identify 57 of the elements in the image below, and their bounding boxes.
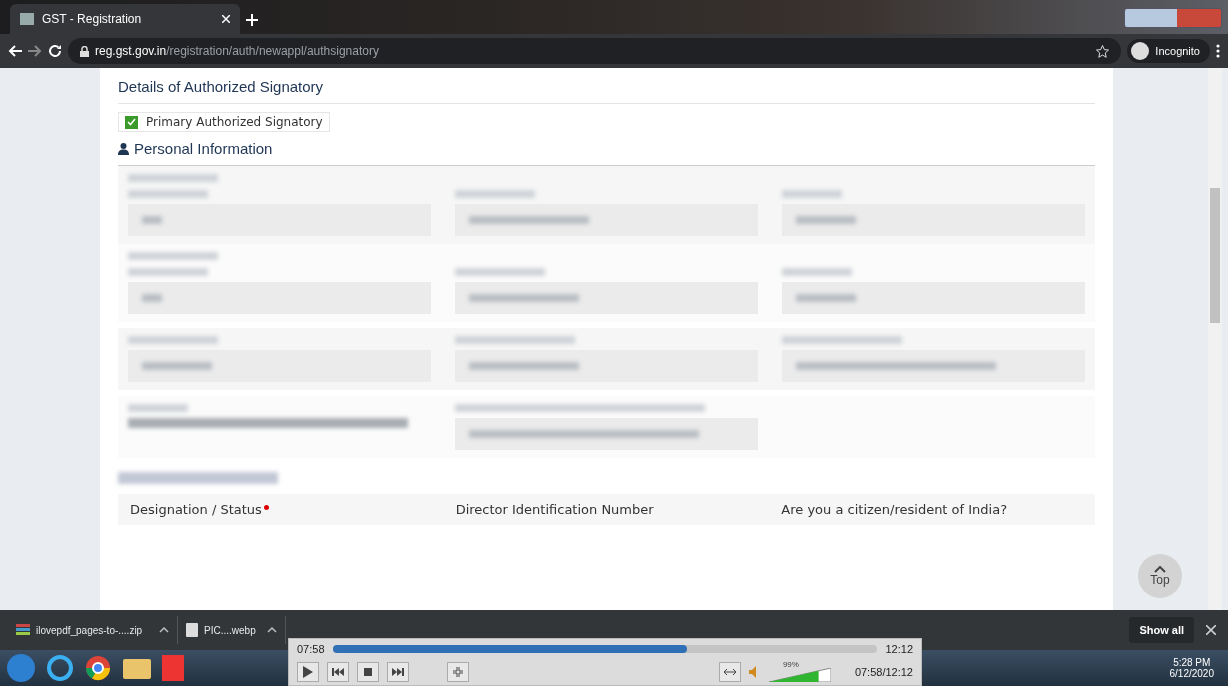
stop-icon [364, 668, 372, 676]
back-icon[interactable] [8, 45, 22, 57]
forward-icon[interactable] [28, 45, 42, 57]
progress-bar[interactable] [332, 645, 878, 653]
menu-icon[interactable] [1216, 44, 1220, 58]
subsection-title: Personal Information [134, 140, 273, 157]
clock[interactable]: 5:28 PM 6/12/2020 [1169, 657, 1222, 679]
next-button[interactable] [387, 662, 409, 682]
shrink-icon [453, 667, 463, 677]
incognito-button[interactable]: Incognito [1127, 39, 1210, 63]
blurred-label [782, 190, 842, 198]
total-time: 12:12 [885, 643, 913, 655]
show-all-button[interactable]: Show all [1129, 617, 1194, 643]
column-header: Designation / Status [130, 502, 432, 517]
column-header: Are you a citizen/resident of India? [781, 502, 1009, 517]
aspect-button[interactable] [718, 662, 741, 682]
lock-icon [80, 45, 89, 57]
blurred-label [782, 268, 852, 276]
download-name: PIC....webp [204, 624, 257, 636]
page-icon [20, 13, 34, 25]
tab-title: GST - Registration [42, 12, 143, 26]
reload-icon[interactable] [48, 44, 62, 58]
checkbox[interactable] [125, 115, 138, 129]
address-bar[interactable]: reg.gst.gov.in/registration/auth/newappl/authsignatory [68, 38, 1122, 64]
person-icon [118, 142, 129, 155]
archive-icon [16, 623, 30, 637]
blurred-label [128, 404, 188, 412]
next-icon [392, 668, 404, 676]
previous-button[interactable] [327, 662, 349, 682]
browser-tab[interactable]: GST - Registration [10, 4, 240, 34]
primary-signatory-checkbox[interactable]: Primary Authorized Signatory [118, 112, 330, 132]
close-icon[interactable] [1206, 625, 1216, 635]
caret-icon [267, 627, 277, 633]
download-item[interactable]: ilovepdf_pages-to-....zip [0, 616, 178, 644]
section-title: Details of Authorized Signatory [118, 78, 1095, 104]
play-icon [303, 666, 313, 678]
start-orb-icon[interactable] [6, 653, 36, 683]
star-icon[interactable] [1096, 44, 1110, 58]
elapsed-time: 07:58 [297, 643, 325, 655]
download-name: ilovepdf_pages-to-....zip [36, 624, 144, 636]
volume-reading: 99% [782, 660, 799, 669]
url-text: reg.gst.gov.in/registration/auth/newappl/authsignatory [95, 44, 379, 58]
scrollbar[interactable] [1208, 68, 1222, 610]
file-icon [186, 623, 198, 637]
checkbox-label: Primary Authorized Signatory [146, 115, 323, 129]
top-button[interactable]: Top [1138, 554, 1182, 598]
chrome-icon[interactable] [84, 654, 112, 682]
previous-icon [332, 668, 344, 676]
caret-icon [159, 627, 169, 633]
column-header: Director Identification Number [455, 502, 655, 517]
time-display: 07:58/12:12 [854, 666, 913, 678]
arrows-icon [723, 669, 736, 675]
play-button[interactable] [297, 662, 319, 682]
caret-icon [1154, 565, 1166, 573]
stop-button[interactable] [357, 662, 379, 682]
new-tab-icon[interactable] [246, 14, 258, 26]
download-item[interactable]: PIC....webp [178, 616, 286, 644]
